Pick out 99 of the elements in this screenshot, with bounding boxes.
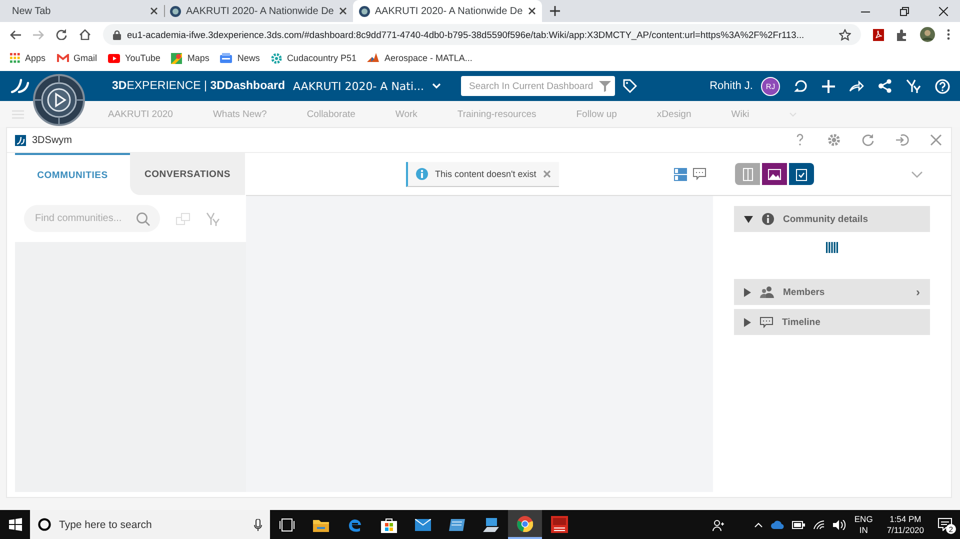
lock-icon [113, 30, 121, 40]
caret-up-icon[interactable] [754, 522, 764, 528]
cortana-icon [38, 518, 51, 531]
browser-tab[interactable]: AAKRUTI 2020- A Nationwide De [352, 0, 542, 22]
chrome-icon[interactable] [517, 516, 533, 532]
view-button[interactable] [762, 163, 787, 185]
share-arrow-icon[interactable] [849, 80, 864, 92]
windows-logo-icon[interactable] [8, 518, 22, 531]
close-icon[interactable] [150, 7, 158, 15]
new-tab-icon[interactable] [550, 6, 560, 16]
comment-icon [760, 316, 773, 328]
bookmark-link[interactable]: Gmail [74, 53, 98, 63]
battery-icon[interactable] [792, 520, 806, 528]
task-view-icon[interactable] [279, 518, 295, 532]
help-icon[interactable] [935, 78, 950, 94]
back-arrow-icon[interactable] [10, 30, 21, 40]
bookmark-link[interactable]: Aerospace - MATLA... [384, 53, 472, 63]
section-header[interactable]: Community details [734, 206, 930, 232]
document-icon [742, 168, 752, 180]
edge-icon[interactable] [347, 516, 363, 532]
widget-title: 3DSwym [32, 134, 72, 146]
restore-icon[interactable] [900, 6, 909, 16]
info-icon [762, 213, 774, 225]
close-icon[interactable] [338, 7, 347, 15]
pdf-icon[interactable] [873, 28, 884, 40]
bookmark-link[interactable]: Maps [187, 53, 210, 63]
map-icon [171, 52, 182, 64]
taskbar-app[interactable] [508, 510, 542, 539]
app-window-icon[interactable] [449, 518, 465, 532]
bookmark-link[interactable]: YouTube [125, 53, 160, 63]
compass-icon[interactable] [33, 74, 85, 126]
people-icon[interactable] [712, 518, 724, 530]
puzzle-icon[interactable] [896, 28, 908, 40]
ds-logo-icon [10, 78, 30, 94]
language-indicator[interactable]: ENG [854, 514, 873, 524]
section-header[interactable]: Members › [734, 279, 930, 305]
sign-in-icon[interactable] [895, 133, 909, 147]
menu-icon[interactable] [947, 29, 950, 40]
gmail-icon [56, 54, 69, 62]
store-icon[interactable] [381, 516, 397, 532]
info-icon [416, 168, 428, 180]
volume-icon[interactable] [833, 520, 846, 530]
tab[interactable]: CONVERSATIONS [130, 153, 245, 195]
cloud-icon[interactable] [771, 520, 784, 529]
app-logo-icon[interactable] [550, 516, 568, 533]
youtube-icon [108, 54, 120, 62]
browser-tab[interactable]: AAKRUTI 2020- A Nationwide De [164, 0, 353, 22]
profile-avatar[interactable] [920, 27, 935, 42]
bookmark-link[interactable]: News [237, 53, 260, 63]
section-title: Community details [783, 214, 868, 224]
settings-icon[interactable] [827, 133, 841, 147]
tag-icon[interactable] [623, 79, 638, 93]
dashboard-title[interactable]: AAKRUTI 2020- A Nati... [293, 80, 424, 92]
caret-right-icon [744, 288, 751, 296]
clipboard-check-icon [796, 168, 807, 180]
wifi-icon[interactable] [813, 520, 826, 530]
browser-tab[interactable]: New Tab [6, 0, 164, 22]
caret-down-icon [744, 216, 753, 222]
plus-icon[interactable] [822, 80, 835, 92]
peak-icon [367, 53, 380, 63]
app-brand: 3DEXPERIENCE | 3DDashboard [112, 80, 285, 92]
close-icon[interactable] [939, 6, 948, 16]
arrow-icon: › [916, 285, 920, 299]
notice-text: This content doesn't exist [435, 168, 536, 178]
monitor-icon[interactable] [483, 518, 499, 532]
comment-icon[interactable] [693, 168, 706, 180]
microphone-icon[interactable] [254, 518, 262, 530]
close-icon[interactable] [528, 7, 536, 15]
image-icon [768, 168, 781, 180]
home-icon[interactable] [79, 29, 91, 40]
star-icon[interactable] [839, 28, 851, 40]
notification-icon[interactable] [938, 518, 952, 531]
section-title: Members [783, 286, 825, 298]
reload-icon[interactable] [56, 29, 67, 40]
section-header[interactable]: Timeline [734, 309, 930, 335]
gear-icon [270, 52, 282, 64]
news-icon [220, 53, 232, 63]
network-share-icon[interactable] [878, 79, 892, 93]
clock-time[interactable]: 1:54 PM [890, 514, 922, 524]
section-title: Timeline [782, 316, 820, 328]
apps-icon [10, 53, 20, 63]
view-button[interactable] [789, 163, 814, 185]
caret-right-icon [744, 318, 751, 326]
layout-icon[interactable] [674, 168, 687, 180]
address-bar[interactable]: eu1-academia-ifwe.3dexperience.3ds.com/#dashboard:8c9dd771-4740-4db0-b795-38d5590f596e/tab:Wiki/app:X3DMCTY_AP/content:url=https%3A%2F%2Fr113... [103, 24, 861, 45]
region-indicator[interactable]: IN [859, 524, 868, 536]
mail-icon[interactable] [415, 518, 431, 530]
filter-icon [599, 80, 612, 92]
bookmark-link[interactable]: Apps [25, 53, 46, 63]
loading-icon [826, 242, 838, 253]
search-field[interactable]: Type here to search [30, 510, 270, 539]
clock-date[interactable]: 7/11/2020 [886, 524, 924, 536]
ds-logo-icon [15, 134, 26, 146]
people-icon [760, 286, 774, 298]
bookmark-link[interactable]: Cudacountry P51 [286, 53, 356, 63]
user-name[interactable]: Rohith J. [710, 80, 753, 92]
search-icon[interactable] [136, 212, 150, 226]
folder-icon[interactable] [313, 518, 329, 532]
refresh-icon[interactable] [861, 133, 875, 147]
